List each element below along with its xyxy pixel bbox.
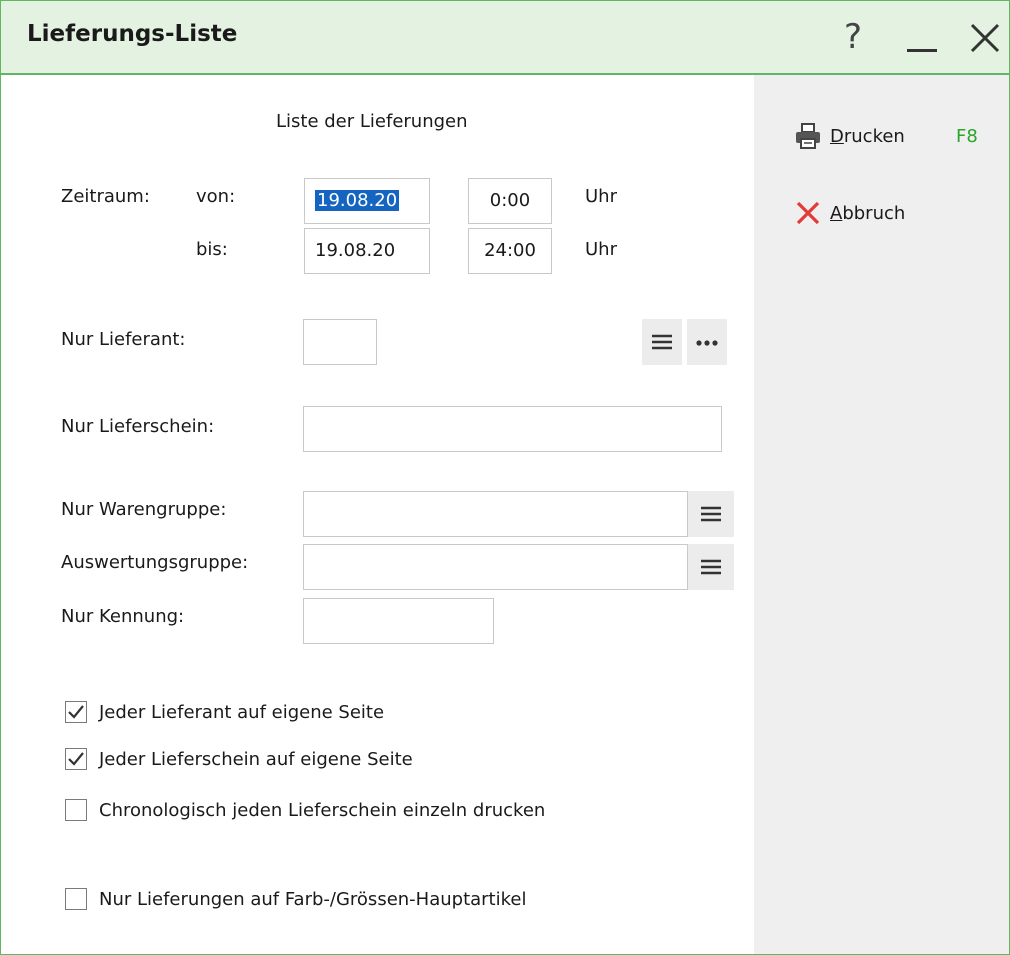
printer-icon bbox=[796, 123, 820, 149]
checkbox-label: Nur Lieferungen auf Farb-/Grössen-Haupta… bbox=[99, 888, 527, 910]
form-heading: Liste der Lieferungen bbox=[276, 111, 468, 132]
list-icon bbox=[652, 334, 672, 350]
option-checkbox-lieferschein-seite[interactable]: Jeder Lieferschein auf eigene Seite bbox=[65, 748, 413, 770]
von-time-input[interactable]: 0:00 bbox=[468, 178, 552, 224]
help-button[interactable]: ? bbox=[833, 15, 873, 59]
warengruppe-label: Nur Warengruppe: bbox=[61, 499, 227, 520]
close-x-icon bbox=[796, 201, 820, 225]
close-button[interactable] bbox=[966, 15, 1006, 59]
checkmark-icon bbox=[68, 752, 84, 766]
checkbox-box[interactable] bbox=[65, 888, 87, 910]
list-icon bbox=[701, 559, 721, 575]
checkbox-box[interactable] bbox=[65, 799, 87, 821]
zeitraum-label: Zeitraum: bbox=[61, 186, 150, 207]
window-title: Lieferungs-Liste bbox=[27, 21, 238, 47]
bis-uhr-label: Uhr bbox=[585, 239, 617, 260]
option-checkbox-lieferant-seite[interactable]: Jeder Lieferant auf eigene Seite bbox=[65, 701, 384, 723]
close-icon bbox=[970, 23, 1000, 53]
checkbox-label: Jeder Lieferant auf eigene Seite bbox=[99, 701, 385, 723]
checkbox-box[interactable] bbox=[65, 748, 87, 770]
option-checkbox-hauptartikel[interactable]: Nur Lieferungen auf Farb-/Grössen-Haupta… bbox=[65, 888, 526, 910]
lieferant-label: Nur Lieferant: bbox=[61, 329, 186, 350]
von-label: von: bbox=[196, 186, 236, 207]
print-label: Drucken bbox=[830, 125, 905, 147]
title-bar: Lieferungs-Liste ? bbox=[1, 1, 1009, 75]
cancel-label: Abbruch bbox=[830, 202, 906, 224]
bis-date-input[interactable]: 19.08.20 bbox=[304, 228, 430, 274]
auswertung-label: Auswertungsgruppe: bbox=[61, 552, 249, 573]
warengruppe-list-button[interactable] bbox=[688, 491, 734, 537]
lieferant-input[interactable] bbox=[303, 319, 377, 365]
ellipsis-icon bbox=[696, 340, 718, 346]
lieferant-more-button[interactable] bbox=[687, 319, 727, 365]
von-date-value: 19.08.20 bbox=[315, 190, 400, 211]
kennung-input[interactable] bbox=[303, 598, 494, 644]
option-checkbox-chronologisch[interactable]: Chronologisch jeden Lieferschein einzeln… bbox=[65, 799, 545, 821]
action-panel: Drucken F8 Abbruch bbox=[754, 75, 1009, 954]
auswertung-input[interactable] bbox=[303, 544, 688, 590]
lieferant-list-button[interactable] bbox=[642, 319, 682, 365]
bis-time-input[interactable]: 24:00 bbox=[468, 228, 552, 274]
checkbox-box[interactable] bbox=[65, 701, 87, 723]
minimize-button[interactable] bbox=[901, 15, 941, 59]
von-date-input[interactable]: 19.08.20 bbox=[304, 178, 430, 224]
dialog-window: Lieferungs-Liste ? Liste der Lieferungen… bbox=[0, 0, 1010, 955]
kennung-label: Nur Kennung: bbox=[61, 606, 185, 627]
bis-label: bis: bbox=[196, 239, 228, 260]
lieferschein-label: Nur Lieferschein: bbox=[61, 416, 215, 437]
checkmark-icon bbox=[68, 705, 84, 719]
lieferschein-input[interactable] bbox=[303, 406, 722, 452]
von-uhr-label: Uhr bbox=[585, 186, 617, 207]
checkbox-label: Chronologisch jeden Lieferschein einzeln… bbox=[99, 799, 546, 821]
cancel-button[interactable]: Abbruch bbox=[794, 199, 905, 227]
auswertung-list-button[interactable] bbox=[688, 544, 734, 590]
print-button[interactable]: Drucken F8 bbox=[794, 122, 978, 150]
checkbox-label: Jeder Lieferschein auf eigene Seite bbox=[99, 748, 413, 770]
list-icon bbox=[701, 506, 721, 522]
warengruppe-input[interactable] bbox=[303, 491, 688, 537]
print-shortcut: F8 bbox=[956, 125, 978, 147]
